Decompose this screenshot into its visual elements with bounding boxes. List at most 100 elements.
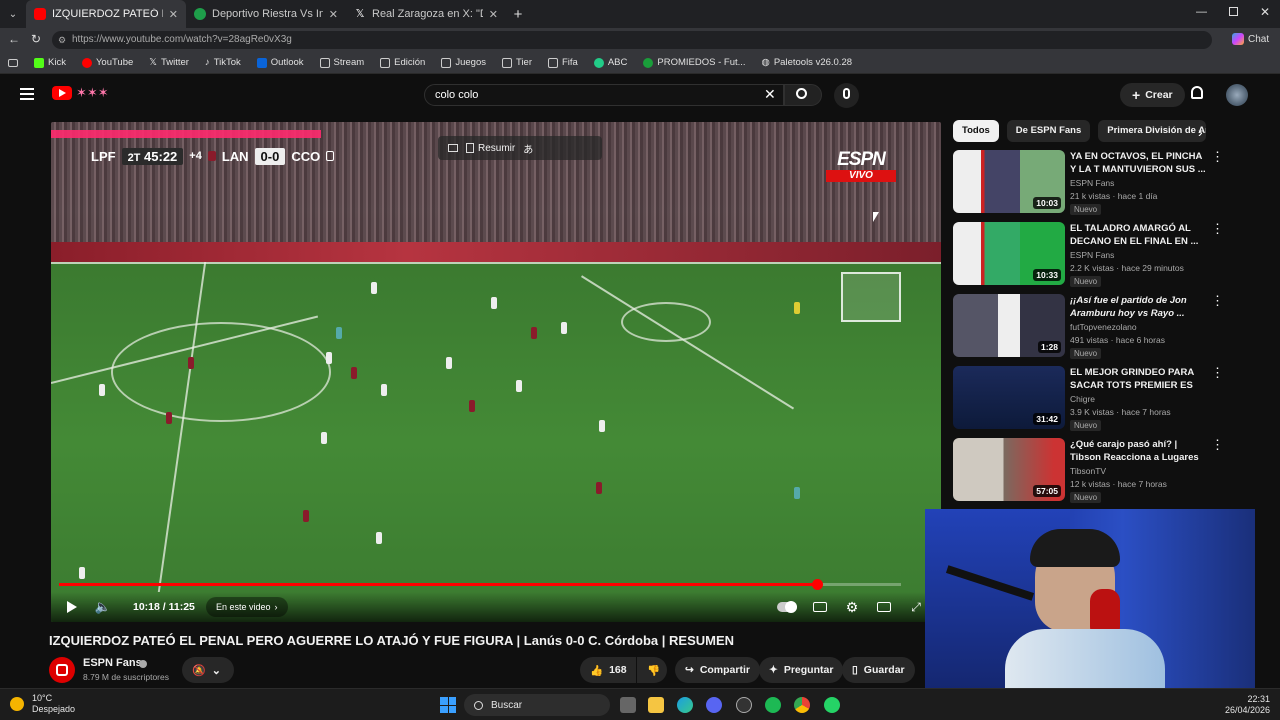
tab-list-chevron-icon[interactable]: ⌄ [0, 0, 26, 28]
video-thumbnail: 1:28 [953, 294, 1065, 357]
subtitles-button[interactable] [811, 597, 829, 617]
bookmark-stream[interactable]: Stream [319, 57, 364, 68]
share-button[interactable]: ↪ Compartir [675, 657, 760, 683]
play-button[interactable] [63, 597, 81, 617]
tab-youtube-video[interactable]: IZQUIERDOZ PATEÓ EL PENAL ✕ [26, 0, 186, 28]
spotify-icon[interactable] [765, 697, 781, 713]
windows-taskbar: 10°C Despejado Buscar 22:31 26/04/2026 [0, 688, 1280, 720]
bookmark-tiktok[interactable]: ♪ TikTok [205, 57, 241, 68]
autoplay-toggle[interactable] [776, 597, 798, 617]
player [303, 510, 309, 522]
settings-button[interactable]: ⚙ [843, 597, 861, 617]
subscription-bell-button[interactable]: 🔕 ⌄ [182, 657, 234, 683]
away-crest-icon [326, 151, 335, 161]
notifications-icon[interactable] [1191, 86, 1203, 99]
obs-icon[interactable] [736, 697, 752, 713]
translate-icon[interactable]: あ [523, 141, 533, 156]
channel-avatar[interactable] [49, 657, 75, 683]
search-button[interactable] [784, 84, 822, 106]
more-options-icon[interactable]: ⋮ [1211, 150, 1224, 163]
clock-date: 26/04/2026 [1224, 705, 1270, 715]
tab-zaragoza[interactable]: 𝕏 Real Zaragoza en X: "Declaraciones ✕ [346, 0, 506, 28]
voice-search-button[interactable] [834, 83, 859, 108]
bookmark-juegos[interactable]: Juegos [441, 57, 486, 68]
video-frame-ad-boards [51, 242, 941, 264]
progress-bar[interactable] [59, 579, 901, 590]
create-button[interactable]: + Crear [1120, 83, 1185, 107]
recommended-video[interactable]: 31:42 EL MEJOR GRINDEO PARA SACAR TOTS P… [953, 366, 1224, 432]
bookmark-tier[interactable]: Tier [501, 57, 532, 68]
chip-primera-division[interactable]: Primera División de Arg [1098, 120, 1207, 142]
webcam-overlay [925, 509, 1255, 695]
url-field[interactable]: ⚙ https://www.youtube.com/watch?v=28agRe… [52, 31, 1212, 49]
chrome-icon[interactable] [794, 697, 810, 713]
start-button[interactable] [440, 697, 456, 713]
menu-icon[interactable] [20, 88, 34, 100]
task-view-icon[interactable] [620, 697, 636, 713]
save-button[interactable]: ▯ Guardar [842, 657, 915, 683]
chapters-button[interactable]: En este video › [206, 597, 288, 617]
scrubber-handle[interactable] [811, 579, 823, 590]
clear-search-icon[interactable]: ✕ [764, 86, 776, 103]
tab-riestra[interactable]: Deportivo Riestra Vs Independiente ✕ [186, 0, 346, 28]
more-options-icon[interactable]: ⋮ [1211, 222, 1224, 235]
espn-logo: ESPN VIVO [826, 150, 896, 182]
share-icon: ↪ [685, 664, 694, 676]
video-player[interactable]: LPF 2T 45:22 +4 LAN 0-0 CCO ESPN VIVO Re… [51, 122, 941, 622]
ask-button[interactable]: ✦ Preguntar [759, 657, 844, 683]
x-icon: 𝕏 [149, 57, 157, 68]
reading-list-icon[interactable] [8, 58, 18, 67]
chips-next-icon[interactable]: › [1198, 124, 1203, 140]
chip-todos[interactable]: Todos [953, 120, 999, 142]
pip-icon[interactable] [448, 144, 458, 152]
minimize-window-icon[interactable]: — [1196, 6, 1207, 18]
more-options-icon[interactable]: ⋮ [1211, 438, 1224, 451]
bookmark-twitter[interactable]: 𝕏 Twitter [149, 57, 189, 68]
channel-name[interactable]: ESPN Fans [83, 657, 142, 669]
weather-widget[interactable]: 10°C Despejado [10, 693, 75, 715]
taskbar-search[interactable]: Buscar [464, 694, 610, 716]
copilot-chat-button[interactable]: Chat [1232, 33, 1269, 45]
volume-button[interactable]: 🔈 [93, 597, 113, 617]
more-options-icon[interactable]: ⋮ [1211, 366, 1224, 379]
whatsapp-icon[interactable] [824, 697, 840, 713]
close-window-icon[interactable]: ✕ [1260, 5, 1270, 19]
file-explorer-icon[interactable] [648, 697, 664, 713]
close-tab-icon[interactable]: ✕ [169, 8, 178, 21]
bookmark-paletools[interactable]: ◍ Paletools v26.0.28 [762, 57, 852, 68]
fullscreen-button[interactable]: ⤢ [907, 597, 925, 617]
summarize-button[interactable]: Resumir [466, 143, 515, 154]
recommended-video[interactable]: 10:03 YA EN OCTAVOS, EL PINCHA Y LA T MA… [953, 150, 1224, 216]
progress-fill [59, 583, 817, 586]
site-info-icon[interactable]: ⚙ [58, 31, 66, 49]
chip-de-espn-fans[interactable]: De ESPN Fans [1006, 120, 1091, 142]
bookmark-edicion[interactable]: Edición [380, 57, 425, 68]
bookmark-fifa[interactable]: Fifa [548, 57, 578, 68]
bookmark-promiedos[interactable]: PROMIEDOS - Fut... [643, 57, 746, 68]
discord-icon[interactable] [706, 697, 722, 713]
recommended-video[interactable]: 57:05 ¿Qué carajo pasó ahí? | Tibson Rea… [953, 438, 1224, 504]
like-button[interactable]: 👍 168 [580, 657, 636, 683]
close-tab-icon[interactable]: ✕ [489, 8, 498, 21]
recommended-video[interactable]: 1:28 ¡¡Así fue el partido de Jon Arambur… [953, 294, 1224, 360]
maximize-window-icon[interactable] [1229, 7, 1238, 16]
edge-icon[interactable] [677, 697, 693, 713]
bookmark-abc[interactable]: ABC [593, 57, 627, 68]
more-options-icon[interactable]: ⋮ [1211, 294, 1224, 307]
bookmark-outlook[interactable]: Outlook [256, 57, 304, 68]
back-icon[interactable]: ← [8, 32, 20, 46]
search-input[interactable]: colo colo [424, 84, 784, 106]
youtube-logo[interactable] [52, 86, 72, 100]
bookmark-youtube[interactable]: YouTube [81, 57, 133, 68]
system-clock[interactable]: 22:31 26/04/2026 [1222, 694, 1270, 716]
close-tab-icon[interactable]: ✕ [329, 8, 338, 21]
new-tab-button[interactable]: + [506, 6, 530, 23]
dislike-button[interactable]: 👎 [637, 657, 667, 683]
avatar[interactable] [1226, 84, 1248, 106]
miniplayer-button[interactable] [875, 597, 893, 617]
outlook-icon [256, 57, 267, 68]
recommended-video[interactable]: 10:33 EL TALADRO AMARGÓ AL DECANO EN EL … [953, 222, 1224, 288]
bookmark-kick[interactable]: Kick [34, 57, 66, 68]
reload-icon[interactable]: ↻ [31, 32, 41, 46]
video-title: EL TALADRO AMARGÓ AL DECANO EN EL FINAL … [1070, 223, 1199, 247]
